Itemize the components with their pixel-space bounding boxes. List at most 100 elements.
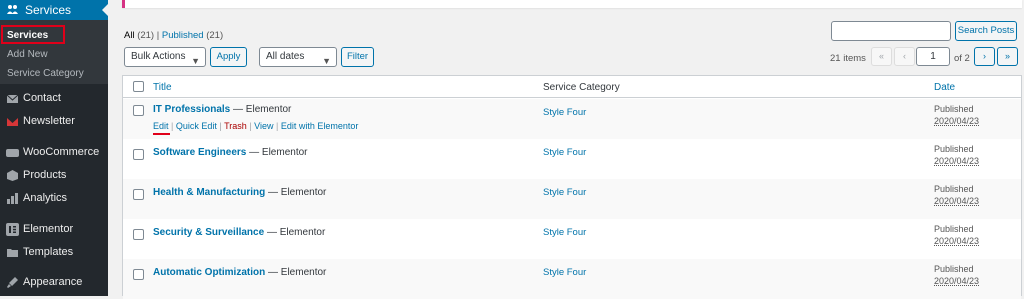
elementor-icon xyxy=(6,223,19,236)
row-checkbox[interactable] xyxy=(133,269,144,280)
filter-all[interactable]: All (21) xyxy=(124,30,154,41)
next-page-button[interactable]: › xyxy=(974,47,995,66)
sidebar-item-label: Products xyxy=(23,169,67,181)
filter-button[interactable]: Filter xyxy=(341,47,374,67)
table-row: IT Professionals — Elementor Edit | Quic… xyxy=(123,99,1021,139)
sidebar-item-label: Templates xyxy=(23,246,74,258)
last-page-button[interactable]: » xyxy=(997,47,1018,66)
row-title: Health & Manufacturing — Elementor xyxy=(153,187,326,198)
service-category-link[interactable]: Style Four xyxy=(543,147,586,158)
service-category-link[interactable]: Style Four xyxy=(543,227,586,238)
post-state: — Elementor xyxy=(266,227,326,238)
woocommerce-icon xyxy=(6,146,19,159)
sidebar-item-templates[interactable]: Templates xyxy=(0,243,108,263)
edit-link[interactable]: Edit xyxy=(153,121,169,131)
post-title-link[interactable]: IT Professionals xyxy=(153,104,230,115)
column-title[interactable]: Title xyxy=(153,82,172,93)
row-checkbox[interactable] xyxy=(133,149,144,160)
row-title: Security & Surveillance — Elementor xyxy=(153,227,325,238)
sidebar-item-label: Appearance xyxy=(23,276,83,288)
service-category-link[interactable]: Style Four xyxy=(543,187,586,198)
trash-link[interactable]: Trash xyxy=(224,121,247,131)
posts-table: Title Service Category Date IT Professio… xyxy=(122,75,1022,299)
table-row: Health & Manufacturing — Elementor Style… xyxy=(123,179,1021,219)
prev-page-button[interactable]: ‹ xyxy=(894,47,915,66)
sidebar-item-label: WooCommerce xyxy=(23,146,100,158)
submenu-add-new[interactable]: Add New xyxy=(7,49,48,60)
sidebar-item-contact[interactable]: Contact xyxy=(0,89,108,109)
sidebar-item-products[interactable]: Products xyxy=(0,166,108,186)
items-count: 21 items xyxy=(830,53,866,64)
select-all-checkbox[interactable] xyxy=(133,81,144,92)
post-date: Published 2020/04/23 xyxy=(934,184,980,206)
sidebar-item-appearance[interactable]: Appearance xyxy=(0,273,108,293)
sidebar-item-label: Contact xyxy=(23,92,61,104)
view-link[interactable]: View xyxy=(254,121,273,131)
post-date: Published 2020/04/23 xyxy=(934,104,980,126)
service-category-link[interactable]: Style Four xyxy=(543,267,586,278)
row-checkbox[interactable] xyxy=(133,229,144,240)
post-date: Published 2020/04/23 xyxy=(934,224,980,246)
post-date: Published 2020/04/23 xyxy=(934,264,980,286)
chevron-down-icon: ▼ xyxy=(191,56,200,66)
column-date[interactable]: Date xyxy=(934,82,955,93)
row-title: Automatic Optimization — Elementor xyxy=(153,267,326,278)
table-row: Automatic Optimization — Elementor Style… xyxy=(123,259,1021,299)
search-posts-button[interactable]: Search Posts xyxy=(955,21,1017,41)
sidebar-item-label: Services xyxy=(25,3,72,17)
filter-separator: | xyxy=(156,30,160,41)
submenu-service-category[interactable]: Service Category xyxy=(7,68,84,79)
chevron-down-icon: ▼ xyxy=(322,56,331,66)
admin-notice xyxy=(122,0,1022,8)
box-icon xyxy=(6,169,19,182)
column-category: Service Category xyxy=(543,82,620,93)
bulk-actions-select[interactable]: Bulk Actions ▼ xyxy=(124,47,206,67)
current-page-input[interactable]: 1 xyxy=(916,47,950,66)
edit-highlight-underline xyxy=(153,133,170,135)
sidebar-item-elementor[interactable]: Elementor xyxy=(0,220,108,240)
first-page-button[interactable]: « xyxy=(871,47,892,66)
paintbrush-icon xyxy=(6,276,19,289)
post-date: Published 2020/04/23 xyxy=(934,144,980,166)
post-title-link[interactable]: Health & Manufacturing xyxy=(153,187,265,198)
service-category-link[interactable]: Style Four xyxy=(543,107,586,118)
dates-select[interactable]: All dates ▼ xyxy=(259,47,337,67)
row-title: Software Engineers — Elementor xyxy=(153,147,308,158)
search-input[interactable] xyxy=(831,21,951,41)
sidebar-item-label: Analytics xyxy=(23,192,68,204)
status-filters: All (21) | Published (21) xyxy=(124,30,223,41)
table-row: Software Engineers — Elementor Style Fou… xyxy=(123,139,1021,179)
mail-icon xyxy=(6,92,19,105)
quick-edit-link[interactable]: Quick Edit xyxy=(176,121,217,131)
post-title-link[interactable]: Security & Surveillance xyxy=(153,227,264,238)
post-state: — Elementor xyxy=(249,147,308,158)
post-state: — Elementor xyxy=(233,104,292,115)
sidebar-item-newsletter[interactable]: Newsletter xyxy=(0,112,108,132)
newsletter-icon xyxy=(6,115,19,128)
post-state: — Elementor xyxy=(268,187,327,198)
users-icon xyxy=(6,3,19,19)
table-row: Security & Surveillance — Elementor Styl… xyxy=(123,219,1021,259)
row-checkbox[interactable] xyxy=(133,189,144,200)
sidebar-item-label: Elementor xyxy=(23,223,74,235)
post-title-link[interactable]: Software Engineers xyxy=(153,147,246,158)
edit-with-elementor-link[interactable]: Edit with Elementor xyxy=(281,121,359,131)
apply-button[interactable]: Apply xyxy=(210,47,247,67)
row-actions: Edit | Quick Edit | Trash | View | Edit … xyxy=(153,121,359,131)
table-header: Title Service Category Date xyxy=(123,76,1021,98)
folder-icon xyxy=(6,246,19,259)
sidebar-item-woocommerce[interactable]: WooCommerce xyxy=(0,143,108,163)
filter-published[interactable]: Published (21) xyxy=(162,30,223,41)
admin-sidebar: Services Services Add New Service Catego… xyxy=(0,0,108,296)
row-title: IT Professionals — Elementor xyxy=(153,104,291,115)
total-pages: of 2 xyxy=(954,53,970,64)
sidebar-item-analytics[interactable]: Analytics xyxy=(0,189,108,209)
post-title-link[interactable]: Automatic Optimization xyxy=(153,267,265,278)
sidebar-item-services[interactable]: Services xyxy=(0,0,108,20)
bar-chart-icon xyxy=(6,192,19,205)
main-content: All (21) | Published (21) Search Posts B… xyxy=(108,0,1024,299)
post-state: — Elementor xyxy=(268,267,327,278)
highlight-box xyxy=(1,25,65,44)
sidebar-item-label: Newsletter xyxy=(23,115,75,127)
row-checkbox[interactable] xyxy=(133,105,144,116)
